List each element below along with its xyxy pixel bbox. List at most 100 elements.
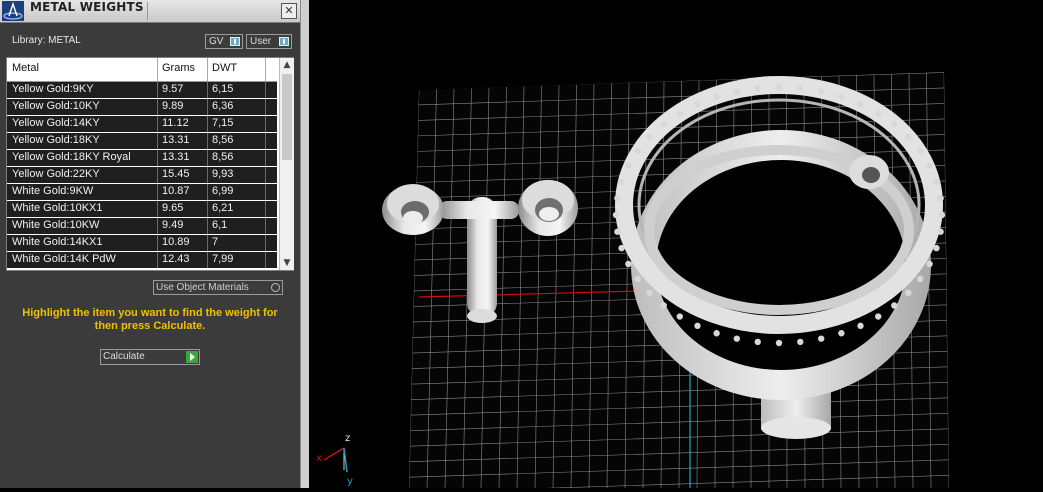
table-row[interactable]: White Gold:14K PdW 12.43 7,99 bbox=[7, 252, 277, 268]
dwt-cell: 8,56 bbox=[212, 151, 234, 163]
grams-cell: 12.43 bbox=[162, 253, 190, 265]
table-row[interactable]: White Gold:14KX1 10.89 7 bbox=[7, 235, 277, 251]
table-row[interactable]: White Gold:10KW 9.49 6,1 bbox=[7, 218, 277, 234]
metal-cell: White Gold:9KW bbox=[12, 185, 94, 197]
metal-cell: Yellow Gold:22KY bbox=[12, 168, 100, 180]
grams-cell: 13.31 bbox=[162, 134, 190, 146]
column-header-dwt[interactable]: DWT bbox=[212, 62, 237, 74]
metal-cell: Yellow Gold:10KY bbox=[12, 100, 100, 112]
table-row[interactable]: Yellow Gold:22KY 15.45 9,93 bbox=[7, 167, 277, 183]
grams-cell: 9.49 bbox=[162, 219, 184, 231]
cell-divider bbox=[265, 99, 266, 115]
column-divider[interactable] bbox=[265, 58, 266, 81]
cell-divider bbox=[265, 167, 266, 183]
grams-cell: 10.87 bbox=[162, 185, 190, 197]
use-object-materials-toggle[interactable]: Use Object Materials bbox=[153, 280, 283, 295]
grams-cell: 13.31 bbox=[162, 151, 190, 163]
scroll-up-arrow-icon[interactable]: ▲ bbox=[280, 58, 294, 72]
table-row[interactable]: Yellow Gold:18KY Royal 13.31 8,56 bbox=[7, 150, 277, 166]
dwt-cell: 7,99 bbox=[212, 253, 234, 265]
cell-divider bbox=[157, 252, 158, 268]
column-divider[interactable] bbox=[157, 58, 158, 81]
metal-cell: White Gold:14K PdW bbox=[12, 253, 116, 265]
scroll-down-arrow-icon[interactable]: ▼ bbox=[280, 256, 294, 270]
metal-cell: White Gold:10KW bbox=[12, 219, 100, 231]
library-label: Library: METAL bbox=[12, 35, 81, 46]
table-scrollbar[interactable]: ▲ ▼ bbox=[279, 58, 294, 270]
dwt-cell: 6,21 bbox=[212, 202, 234, 214]
use-object-materials-label: Use Object Materials bbox=[156, 282, 249, 293]
table-row[interactable]: Yellow Gold:18KY 13.31 8,56 bbox=[7, 133, 277, 149]
calculate-button[interactable]: Calculate bbox=[100, 349, 200, 365]
play-arrow-icon[interactable] bbox=[186, 351, 198, 363]
calculate-label: Calculate bbox=[103, 351, 145, 362]
cell-divider bbox=[207, 99, 208, 115]
gv-toggle[interactable]: GV bbox=[205, 34, 243, 49]
table-body: Yellow Gold:9KY 9.57 6,15 Yellow Gold:10KY… bbox=[7, 82, 277, 270]
cell-divider bbox=[207, 201, 208, 217]
cell-divider bbox=[207, 184, 208, 200]
cell-divider bbox=[157, 116, 158, 132]
cell-divider bbox=[157, 150, 158, 166]
cell-divider bbox=[207, 150, 208, 166]
cell-divider bbox=[265, 235, 266, 251]
metal-cell: White Gold:10KX1 bbox=[12, 202, 103, 214]
table-row[interactable]: Yellow Gold:14KY 11.12 7,15 bbox=[7, 116, 277, 132]
dwt-cell: 6,36 bbox=[212, 100, 234, 112]
table-row[interactable]: Yellow Gold:10KY 9.89 6,36 bbox=[7, 99, 277, 115]
cell-divider bbox=[157, 235, 158, 251]
panel-titlebar[interactable]: METAL WEIGHTS ✕ bbox=[0, 0, 300, 23]
cell-divider bbox=[207, 218, 208, 234]
grams-cell: 9.57 bbox=[162, 83, 184, 95]
column-header-metal[interactable]: Metal bbox=[12, 62, 39, 74]
cell-divider bbox=[265, 252, 266, 268]
instruction-text: Highlight the item you want to find the … bbox=[22, 307, 278, 332]
grams-cell: 15.45 bbox=[162, 168, 190, 180]
cell-divider bbox=[207, 235, 208, 251]
table-row[interactable]: White Gold:9KW 10.87 6,99 bbox=[7, 184, 277, 200]
cell-divider bbox=[207, 133, 208, 149]
user-toggle-label: User bbox=[250, 36, 272, 47]
cell-divider bbox=[265, 201, 266, 217]
cell-divider bbox=[157, 184, 158, 200]
metal-weights-panel: METAL WEIGHTS ✕ Library: METAL GV User M… bbox=[0, 0, 300, 488]
cell-divider bbox=[207, 116, 208, 132]
column-header-grams[interactable]: Grams bbox=[162, 62, 195, 74]
panel-splitter[interactable] bbox=[300, 0, 309, 488]
cell-divider bbox=[157, 133, 158, 149]
metal-cell: Yellow Gold:18KY Royal bbox=[12, 151, 131, 163]
dwt-cell: 6,15 bbox=[212, 83, 234, 95]
axis-triad: z x y bbox=[316, 433, 353, 487]
cell-divider bbox=[265, 150, 266, 166]
cell-divider bbox=[157, 82, 158, 98]
toggle-switch-icon bbox=[230, 37, 240, 46]
dwt-cell: 6,99 bbox=[212, 185, 234, 197]
column-divider[interactable] bbox=[207, 58, 208, 81]
close-button[interactable]: ✕ bbox=[281, 3, 297, 19]
cell-divider bbox=[157, 99, 158, 115]
cell-divider bbox=[265, 133, 266, 149]
dwt-cell: 7,15 bbox=[212, 117, 234, 129]
table-header: Metal Grams DWT bbox=[7, 58, 277, 82]
user-toggle[interactable]: User bbox=[246, 34, 292, 49]
titlebar-divider bbox=[147, 2, 148, 20]
table-row[interactable]: Yellow Gold:9KY 9.57 6,15 bbox=[7, 82, 277, 98]
scroll-thumb[interactable] bbox=[282, 74, 292, 160]
cell-divider bbox=[157, 218, 158, 234]
3d-viewport[interactable]: z x y bbox=[309, 0, 1043, 488]
gv-toggle-label: GV bbox=[209, 36, 224, 47]
radio-circle-icon[interactable] bbox=[271, 283, 280, 292]
table-row[interactable]: White Gold:10KX1 9.65 6,21 bbox=[7, 201, 277, 217]
dwt-cell: 6,1 bbox=[212, 219, 228, 231]
cell-divider bbox=[157, 167, 158, 183]
cell-divider bbox=[207, 82, 208, 98]
metal-cell: Yellow Gold:9KY bbox=[12, 83, 94, 95]
cell-divider bbox=[157, 201, 158, 217]
axis-z-label: z bbox=[345, 433, 350, 444]
cell-divider bbox=[265, 116, 266, 132]
dwt-cell: 8,56 bbox=[212, 134, 234, 146]
grams-cell: 9.65 bbox=[162, 202, 184, 214]
dwt-cell: 7 bbox=[212, 236, 219, 248]
app-logo-icon bbox=[2, 1, 24, 21]
grams-cell: 11.12 bbox=[162, 117, 189, 129]
